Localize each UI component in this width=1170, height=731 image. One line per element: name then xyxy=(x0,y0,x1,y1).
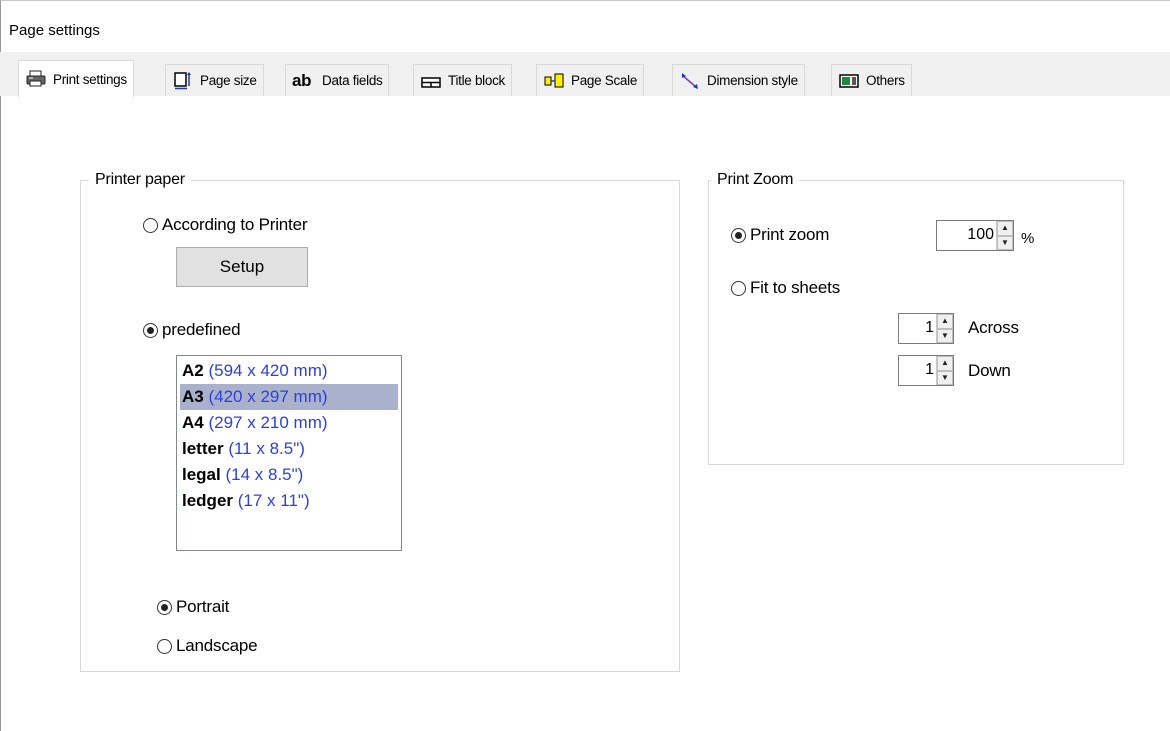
across-label: Across xyxy=(968,318,1019,337)
zoom-percent-value: 100 xyxy=(967,226,994,243)
tab-page-size[interactable]: Page size xyxy=(165,64,264,96)
spin-up-icon[interactable]: ▲ xyxy=(997,221,1013,236)
tab-label: Print settings xyxy=(53,71,127,87)
landscape-label: Landscape xyxy=(176,636,258,655)
printer-paper-legend: Printer paper xyxy=(89,171,191,189)
print-zoom-radio[interactable]: Print zoom xyxy=(731,225,829,245)
paper-size-dims: (11 x 8.5") xyxy=(228,439,305,458)
list-item[interactable]: legal (14 x 8.5") xyxy=(180,462,398,488)
page-scale-icon xyxy=(543,72,565,90)
predefined-label: predefined xyxy=(162,320,241,339)
zoom-percent-spinner[interactable]: 100 ▲ ▼ xyxy=(936,220,1014,251)
spinner-arrows[interactable]: ▲ ▼ xyxy=(936,314,953,343)
paper-size-dims: (14 x 8.5") xyxy=(225,465,304,484)
down-spinner[interactable]: 1 ▲ ▼ xyxy=(898,355,954,386)
radio-indicator xyxy=(143,322,158,338)
spin-down-icon[interactable]: ▼ xyxy=(997,235,1013,250)
portrait-label: Portrait xyxy=(176,597,230,616)
radio-indicator xyxy=(157,599,172,615)
tab-label: Page size xyxy=(200,73,257,88)
list-item[interactable]: A3 (420 x 297 mm) xyxy=(180,384,398,410)
list-item[interactable]: A2 (594 x 420 mm) xyxy=(180,358,398,384)
printer-icon xyxy=(25,70,47,88)
tab-label: Others xyxy=(866,73,905,88)
spin-down-icon[interactable]: ▼ xyxy=(937,328,953,343)
paper-size-dims: (594 x 420 mm) xyxy=(208,361,328,380)
portrait-radio[interactable]: Portrait xyxy=(157,597,229,617)
paper-size-name: letter xyxy=(182,439,224,458)
down-value: 1 xyxy=(925,361,934,378)
spinner-arrows[interactable]: ▲ ▼ xyxy=(996,221,1013,250)
across-spinner[interactable]: 1 ▲ ▼ xyxy=(898,313,954,344)
radio-indicator xyxy=(143,217,158,233)
according-to-printer-label: According to Printer xyxy=(162,215,308,234)
percent-sign: % xyxy=(1021,230,1035,247)
tab-label: Data fields xyxy=(322,73,383,88)
landscape-radio[interactable]: Landscape xyxy=(157,636,258,656)
spin-down-icon[interactable]: ▼ xyxy=(937,370,953,385)
paper-size-name: legal xyxy=(182,465,221,484)
paper-size-name: A4 xyxy=(182,413,204,432)
tab-dimension-style[interactable]: Dimension style xyxy=(672,64,805,96)
tab-others[interactable]: Others xyxy=(831,64,912,96)
according-to-printer-radio[interactable]: According to Printer xyxy=(143,215,307,235)
setup-button[interactable]: Setup xyxy=(176,247,308,287)
paper-size-dims: (17 x 11") xyxy=(237,491,310,510)
spinner-arrows[interactable]: ▲ ▼ xyxy=(936,356,953,385)
fit-to-sheets-label: Fit to sheets xyxy=(750,278,840,297)
radio-indicator xyxy=(731,280,746,296)
tab-data-fields[interactable]: ab Data fields xyxy=(285,64,390,96)
radio-indicator xyxy=(157,638,172,654)
dimension-icon xyxy=(679,72,701,90)
paper-size-dims: (297 x 210 mm) xyxy=(208,413,328,432)
across-value: 1 xyxy=(925,319,934,336)
list-item[interactable]: ledger (17 x 11") xyxy=(180,488,398,514)
tab-label: Dimension style xyxy=(707,73,798,88)
tab-label: Title block xyxy=(448,73,505,88)
paper-size-name: A3 xyxy=(182,387,204,406)
spin-up-icon[interactable]: ▲ xyxy=(937,356,953,371)
paper-size-name: A2 xyxy=(182,361,204,380)
paper-size-dims: (420 x 297 mm) xyxy=(208,387,328,406)
print-zoom-label: Print zoom xyxy=(750,225,830,244)
paper-size-list[interactable]: A2 (594 x 420 mm) A3 (420 x 297 mm) A4 (… xyxy=(176,355,402,551)
tab-print-settings[interactable]: Print settings xyxy=(18,60,134,97)
list-item[interactable]: letter (11 x 8.5") xyxy=(180,436,398,462)
down-label: Down xyxy=(968,361,1011,380)
text-ab-icon: ab xyxy=(292,70,312,90)
title-block-icon xyxy=(420,72,442,90)
paper-size-name: ledger xyxy=(182,491,234,510)
tab-label: Page Scale xyxy=(571,73,638,88)
predefined-radio[interactable]: predefined xyxy=(143,320,241,340)
fit-to-sheets-radio[interactable]: Fit to sheets xyxy=(731,278,840,298)
radio-indicator xyxy=(731,227,746,243)
page-size-icon xyxy=(172,71,194,90)
spin-up-icon[interactable]: ▲ xyxy=(937,314,953,329)
window-title: Page settings xyxy=(9,22,100,39)
tab-page-scale[interactable]: Page Scale xyxy=(536,64,645,96)
print-zoom-legend: Print Zoom xyxy=(711,171,800,189)
list-item[interactable]: A4 (297 x 210 mm) xyxy=(180,410,398,436)
others-icon xyxy=(838,72,860,90)
tab-title-block[interactable]: Title block xyxy=(413,64,512,96)
